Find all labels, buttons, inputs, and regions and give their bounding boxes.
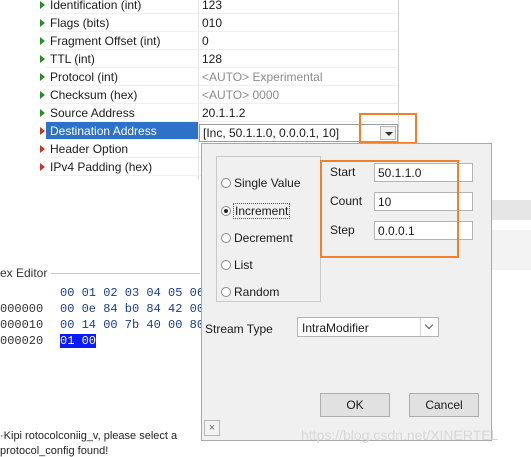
expand-arrow-icon[interactable] [38, 124, 48, 138]
field-row[interactable]: Flags (bits) 010 [0, 14, 398, 32]
hex-selected-bytes[interactable]: 01 00 [60, 334, 97, 348]
field-row[interactable]: Identification (int) 123 [0, 0, 398, 14]
radio-circle [221, 233, 231, 243]
field-name: Checksum (hex) [50, 88, 138, 102]
field-value[interactable]: <AUTO> 0000 [202, 88, 392, 102]
radio-circle-checked [221, 206, 231, 216]
hex-editor-title: ex Editor [0, 266, 52, 280]
parameters-highlight-box [320, 160, 459, 258]
expand-arrow-icon[interactable] [38, 0, 48, 12]
radio-label: Decrement [234, 231, 293, 245]
hex-editor-separator [40, 273, 200, 274]
chevron-down-icon[interactable] [420, 318, 438, 336]
field-row[interactable]: TTL (int) 128 [0, 50, 398, 68]
cancel-button[interactable]: Cancel [409, 393, 479, 417]
console-message: ·Kipi rotocolconiig_v, please select a [0, 430, 178, 442]
field-name: Protocol (int) [50, 70, 119, 84]
watermark-text: https://blog.csdn.net/XINERTEL [301, 427, 499, 443]
expand-arrow-icon[interactable] [38, 70, 48, 84]
radio-circle [221, 178, 231, 188]
background-pane-edge [492, 200, 531, 220]
field-row[interactable]: Protocol (int) <AUTO> Experimental [0, 68, 398, 86]
destination-address-value: [Inc, 50.1.1.0, 0.0.0.1, 10] [203, 126, 340, 140]
field-value[interactable]: <AUTO> Experimental [202, 70, 392, 84]
hex-column-header: 00 01 02 03 04 05 06 [60, 286, 205, 300]
expand-arrow-icon[interactable] [38, 160, 48, 174]
stream-type-value: IntraModifier [302, 321, 369, 335]
radio-circle [221, 287, 231, 297]
stream-type-label: Stream Type [205, 322, 273, 336]
field-row[interactable]: Checksum (hex) <AUTO> 0000 [0, 86, 398, 104]
field-name: Flags (bits) [50, 16, 110, 30]
field-name: IPv4 Padding (hex) [50, 160, 153, 174]
field-name: TTL (int) [50, 52, 95, 66]
field-name: Source Address [50, 106, 135, 120]
field-value[interactable]: 128 [202, 52, 392, 66]
hex-row-address: 000000 [0, 302, 44, 316]
field-value[interactable]: 010 [202, 16, 392, 30]
field-row[interactable]: Fragment Offset (int) 0 [0, 32, 398, 50]
expand-arrow-icon[interactable] [38, 88, 48, 102]
hex-row-address: 000010 [0, 318, 44, 332]
close-icon[interactable]: × [204, 420, 220, 436]
ok-button[interactable]: OK [320, 393, 390, 417]
hex-row-bytes[interactable]: 00 14 00 7b 40 00 80 [60, 318, 204, 332]
radio-label: Increment [232, 203, 291, 219]
console-message: protocol_config found! [0, 445, 109, 457]
expand-arrow-icon[interactable] [38, 16, 48, 30]
radio-label: List [234, 258, 253, 272]
radio-label: Random [234, 285, 280, 299]
hex-row-bytes[interactable]: 00 0e 84 b0 84 42 00 [60, 302, 204, 316]
field-name: Destination Address [50, 124, 157, 138]
field-name: Fragment Offset (int) [50, 34, 161, 48]
hex-row-address: 000020 [0, 334, 44, 348]
mode-radio-group: Single Value Increment Decrement List Ra… [216, 156, 321, 302]
field-name: Header Option [50, 142, 129, 156]
radio-label: Single Value [234, 176, 301, 190]
field-value[interactable]: 0 [202, 34, 392, 48]
expand-arrow-icon[interactable] [38, 106, 48, 120]
radio-circle [221, 260, 231, 270]
field-name: Identification (int) [50, 0, 142, 12]
background-pane-edge [492, 230, 531, 270]
field-value[interactable]: 123 [202, 0, 392, 12]
stream-type-select[interactable]: IntraModifier [297, 317, 439, 337]
expand-arrow-icon[interactable] [38, 142, 48, 156]
expand-arrow-icon[interactable] [38, 34, 48, 48]
expand-arrow-icon[interactable] [38, 52, 48, 66]
field-row[interactable]: Source Address 20.1.1.2 [0, 104, 398, 122]
dropdown-highlight-box [359, 113, 417, 144]
